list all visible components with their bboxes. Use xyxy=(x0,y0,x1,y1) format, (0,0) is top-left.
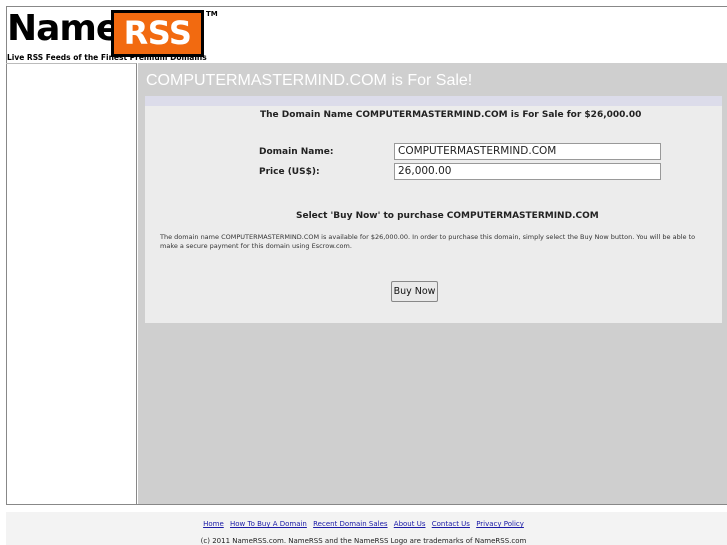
domain-name-label: Domain Name: xyxy=(259,147,334,157)
trademark-mark: TM xyxy=(206,10,218,18)
sale-description: The domain name COMPUTERMASTERMIND.COM i… xyxy=(160,233,696,250)
sale-headline: The Domain Name COMPUTERMASTERMIND.COM i… xyxy=(260,110,642,120)
buy-now-button[interactable]: Buy Now xyxy=(391,281,438,302)
copyright-text: (c) 2011 NameRSS.com. NameRSS and the Na… xyxy=(200,537,527,545)
footer-link-how-to-buy[interactable]: How To Buy A Domain xyxy=(230,520,307,528)
footer-link-home[interactable]: Home xyxy=(203,520,224,528)
logo-rss-text: RSS xyxy=(114,13,201,54)
footer-links: Home How To Buy A Domain Recent Domain S… xyxy=(0,520,727,528)
buy-instruction: Select 'Buy Now' to purchase COMPUTERMAS… xyxy=(296,211,599,221)
footer-link-about-us[interactable]: About Us xyxy=(394,520,426,528)
logo-name-text: Name xyxy=(7,8,120,49)
footer-link-recent-sales[interactable]: Recent Domain Sales xyxy=(313,520,387,528)
page-title: COMPUTERMASTERMIND.COM is For Sale! xyxy=(146,72,473,89)
left-sidebar xyxy=(6,63,137,504)
price-field[interactable]: 26,000.00 xyxy=(394,163,661,180)
footer-link-contact-us[interactable]: Contact Us xyxy=(432,520,470,528)
main-content: COMPUTERMASTERMIND.COM is For Sale! The … xyxy=(138,63,727,504)
price-label: Price (US$): xyxy=(259,167,320,177)
sale-panel: The Domain Name COMPUTERMASTERMIND.COM i… xyxy=(145,106,722,323)
logo-rss-box: RSS xyxy=(111,10,204,57)
title-stripe xyxy=(145,96,722,106)
domain-name-field[interactable]: COMPUTERMASTERMIND.COM xyxy=(394,143,661,160)
footer-link-privacy-policy[interactable]: Privacy Policy xyxy=(476,520,524,528)
tagline: Live RSS Feeds of the Finest Premium Dom… xyxy=(7,53,207,62)
